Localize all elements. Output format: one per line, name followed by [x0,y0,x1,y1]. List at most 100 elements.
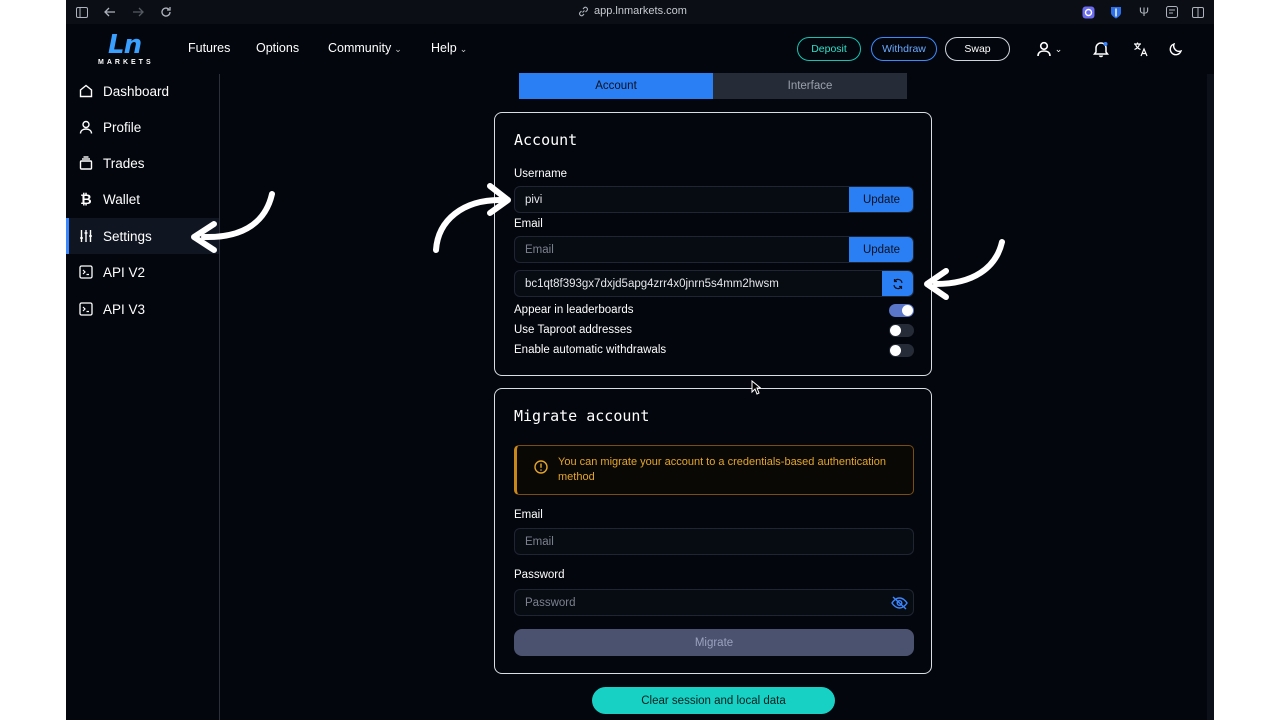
reload-icon[interactable] [158,4,174,20]
nav-community-label: Community [328,41,392,55]
toggle-knob [902,305,913,316]
nav-futures-label: Futures [188,41,231,55]
taproot-toggle[interactable] [889,324,914,337]
sidebar-item-api-v3[interactable]: API V3 [66,291,219,327]
extension-icon[interactable] [1080,4,1096,20]
email-label: Email [514,218,543,230]
warning-text: You can migrate your account to a creden… [558,456,886,483]
chevron-down-icon: ⌄ [459,44,468,54]
url-text: app.lnmarkets.com [594,5,687,17]
clear-session-button[interactable]: Clear session and local data [592,687,835,714]
address-bar[interactable]: app.lnmarkets.com [578,5,687,17]
translate-icon [1134,42,1148,57]
sidebar-toggle-icon[interactable] [74,4,90,20]
migrate-email-field[interactable]: Email [514,528,914,555]
terminal-icon [78,301,94,317]
trident-icon[interactable]: Ψ [1136,4,1152,20]
email-field[interactable]: Email Update [514,236,914,263]
withdraw-button[interactable]: Withdraw [871,37,937,61]
nav-community[interactable]: Community ⌄ [328,41,402,55]
sidebar-item-dashboard[interactable]: Dashboard [66,73,219,109]
migrate-password-field[interactable]: Password [514,589,914,616]
refresh-address-button[interactable] [882,271,913,296]
nav-help-label: Help [431,41,457,55]
email-placeholder: Email [525,243,554,256]
tab-interface[interactable]: Interface [713,73,907,99]
sidebar-item-label: Wallet [103,191,141,207]
sidebar-item-label: Dashboard [103,83,170,99]
password-placeholder: Password [525,596,576,609]
swap-button[interactable]: Swap [945,37,1010,61]
user-icon [1036,41,1051,57]
language-button[interactable] [1130,38,1152,60]
auto-withdraw-toggle[interactable] [889,344,914,357]
migrate-title: Migrate account [514,407,650,425]
toggle-knob [890,325,901,336]
annotation-arrow-icon [191,191,275,253]
toggle-label: Appear in leaderboards [514,304,634,316]
warning-icon [534,460,548,474]
settings-tabs: Account Interface [519,73,908,99]
sidebar-item-label: API V3 [103,301,146,317]
logo-mark: Ln [108,30,142,60]
bitcoin-icon: ₿ [80,191,92,207]
nav-futures[interactable]: Futures [188,41,230,55]
leaderboards-toggle[interactable] [889,304,914,317]
theme-toggle-button[interactable] [1165,38,1187,60]
app-frame: app.lnmarkets.com Ψ Ln MARKETS Futures O… [66,0,1214,720]
auto-withdraw-toggle-row: Enable automatic withdrawals [514,342,914,358]
toggle-label: Enable automatic withdrawals [514,344,667,356]
deposit-button[interactable]: Deposit [797,37,861,61]
migrate-account-card: Migrate account You can migrate your acc… [494,388,932,674]
taproot-toggle-row: Use Taproot addresses [514,322,914,338]
stack-icon [78,155,94,171]
back-icon[interactable] [102,4,118,20]
migrate-button[interactable]: Migrate [514,629,914,656]
eye-off-icon[interactable] [890,594,908,612]
top-header: Ln MARKETS Futures Options Community ⌄ He… [66,24,1214,74]
link-icon [579,6,588,16]
username-field[interactable]: pivi Update [514,186,914,213]
forward-icon[interactable] [130,4,146,20]
toggle-knob [890,345,901,356]
sidebar-item-trades[interactable]: Trades [66,145,219,181]
username-value: pivi [525,193,543,206]
logo-subtitle: MARKETS [98,59,154,66]
nav-options[interactable]: Options [256,41,299,55]
btc-address-value: bc1qt8f393gx7dxjd5apg4zrr4x0jnrn5s4mm2hw… [525,277,779,290]
update-email-button[interactable]: Update [849,237,913,262]
notifications-button[interactable] [1090,38,1112,60]
update-username-button[interactable]: Update [849,187,913,212]
user-menu[interactable]: ⌄ [1032,38,1066,60]
user-icon [78,119,94,135]
password-manager-icon[interactable] [1108,4,1124,20]
migrate-password-label: Password [514,569,565,581]
btc-address-field[interactable]: bc1qt8f393gx7dxjd5apg4zrr4x0jnrn5s4mm2hw… [514,270,914,297]
refresh-icon [893,278,903,289]
sidebar-item-label: Settings [103,228,152,244]
browser-toolbar: app.lnmarkets.com Ψ [66,0,1214,24]
scrollbar[interactable] [1207,74,1214,720]
sidebar-item-label: Trades [103,155,145,171]
account-title: Account [514,131,578,149]
leaderboards-toggle-row: Appear in leaderboards [514,302,914,318]
annotation-arrow-icon [433,183,511,253]
sliders-icon [78,228,94,244]
notes-icon[interactable] [1164,4,1180,20]
username-label: Username [514,168,568,180]
nav-options-label: Options [256,41,300,55]
tab-account[interactable]: Account [519,73,713,99]
chevron-down-icon: ⌄ [394,44,402,54]
sidebar: Dashboard Profile Trades ₿ Wallet Settin… [66,74,220,720]
sidebar-item-label: Profile [103,119,142,135]
sidebar-item-profile[interactable]: Profile [66,109,219,145]
home-icon [78,83,94,99]
bell-icon [1093,42,1109,58]
moon-icon [1169,42,1183,56]
split-view-icon[interactable] [1190,4,1206,20]
email-placeholder: Email [525,535,554,548]
migrate-email-label: Email [514,509,543,521]
annotation-arrow-icon [924,239,1005,300]
lnmarkets-logo[interactable]: Ln MARKETS [96,30,160,68]
nav-help[interactable]: Help ⌄ [431,41,467,55]
